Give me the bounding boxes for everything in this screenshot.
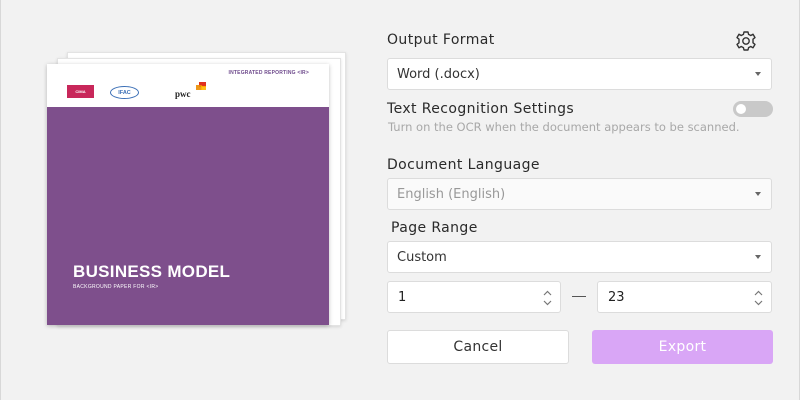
cima-logo: CIMA — [67, 85, 94, 98]
toggle-knob — [736, 104, 746, 114]
range-dash — [572, 296, 586, 297]
export-dialog: INTEGRATED REPORTING <IR> CIMA IFAC pwc … — [0, 0, 800, 400]
output-format-select[interactable]: Word (.docx) — [387, 58, 772, 90]
stepper-arrows-icon[interactable] — [543, 289, 552, 307]
export-button[interactable]: Export — [592, 330, 773, 364]
chevron-down-icon — [755, 72, 761, 76]
pwc-logo-mark — [196, 82, 206, 90]
ifac-logo: IFAC — [110, 86, 139, 99]
chevron-down-icon — [755, 192, 761, 196]
ocr-hint: Turn on the OCR when the document appear… — [388, 120, 740, 134]
chevron-down-icon — [755, 255, 761, 259]
page-range-label: Page Range — [391, 220, 478, 236]
cover-title: BUSINESS MODEL — [73, 262, 231, 281]
preview-page-cover: INTEGRATED REPORTING <IR> CIMA IFAC pwc … — [47, 64, 329, 325]
page-to-value: 23 — [608, 289, 625, 305]
page-range-select[interactable]: Custom — [387, 241, 772, 273]
page-from-value: 1 — [398, 289, 407, 305]
cover-header: INTEGRATED REPORTING <IR> CIMA IFAC pwc — [47, 64, 329, 107]
document-language-label: Document Language — [387, 157, 540, 173]
cancel-button[interactable]: Cancel — [387, 330, 569, 364]
document-language-select[interactable]: English (English) — [387, 178, 772, 210]
cover-tag: INTEGRATED REPORTING <IR> — [228, 70, 309, 76]
page-from-input[interactable]: 1 — [387, 281, 561, 313]
output-format-label: Output Format — [387, 32, 495, 48]
page-to-input[interactable]: 23 — [597, 281, 772, 313]
ocr-label: Text Recognition Settings — [387, 101, 575, 117]
gear-icon[interactable] — [733, 30, 759, 52]
stepper-arrows-icon[interactable] — [754, 289, 763, 307]
page-range-value: Custom — [397, 249, 447, 265]
output-format-value: Word (.docx) — [397, 66, 480, 82]
pwc-logo: pwc — [175, 89, 191, 99]
ocr-toggle[interactable] — [733, 101, 773, 117]
document-language-value: English (English) — [397, 186, 506, 202]
document-preview: INTEGRATED REPORTING <IR> CIMA IFAC pwc … — [45, 48, 355, 338]
cover-subtitle: BACKGROUND PAPER FOR <IR> — [73, 284, 159, 290]
cover-band — [47, 107, 329, 325]
